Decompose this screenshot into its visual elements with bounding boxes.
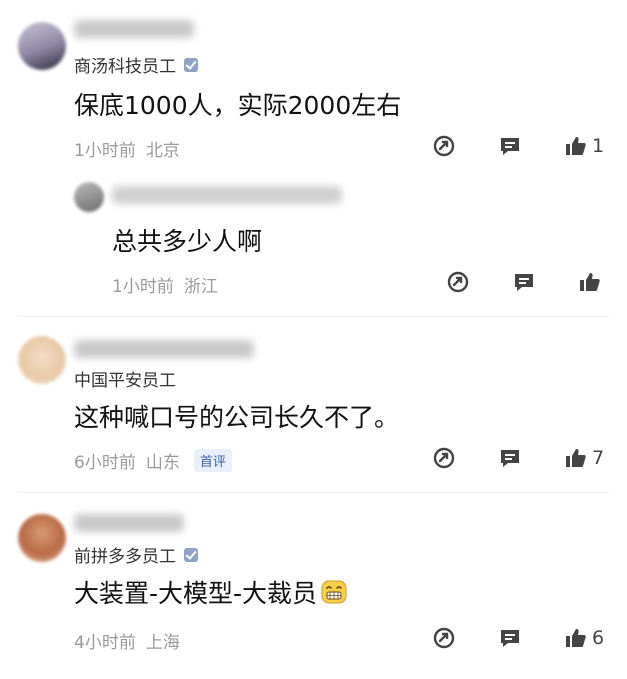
- like-count: 1: [592, 135, 605, 157]
- comment-text: 大装置-大模型-大裁员: [74, 574, 347, 610]
- comment-meta: 6小时前 山东 首评: [74, 448, 232, 473]
- comment-meta: 4小时前 上海: [74, 628, 180, 653]
- reply-username-blurred[interactable]: [112, 186, 342, 204]
- thumbs-up-icon: [580, 273, 600, 291]
- username-blurred[interactable]: [74, 340, 254, 358]
- comment-icon: [501, 450, 519, 467]
- comment-item: 前拼多多员工 大装置-大模型-大裁员 4小时前 上海 6: [0, 496, 627, 679]
- comment-item: 商汤科技员工 保底1000人，实际2000左右 1小时前 北京 1 总共多少人啊…: [0, 0, 627, 310]
- share-icon: [433, 135, 455, 157]
- reply-avatar[interactable]: [74, 182, 104, 212]
- share-icon: [433, 447, 455, 469]
- username-blurred[interactable]: [74, 514, 184, 532]
- avatar[interactable]: [18, 22, 66, 70]
- share-button[interactable]: [432, 446, 456, 470]
- reply-location: 浙江: [183, 277, 218, 297]
- reply-button[interactable]: [498, 446, 522, 470]
- reply-like-button[interactable]: [578, 270, 606, 294]
- share-icon: [433, 627, 455, 649]
- verified-icon: [184, 57, 198, 72]
- reply-button[interactable]: [498, 134, 522, 158]
- reply-share-button[interactable]: [446, 270, 470, 294]
- comment-icon: [501, 138, 519, 155]
- thumbs-up-icon: [566, 449, 586, 467]
- comment-time: 6小时前: [74, 453, 136, 473]
- user-tag-label: 中国平安员工: [74, 371, 176, 391]
- reply-text: 总共多少人啊: [112, 227, 263, 256]
- username-blurred[interactable]: [74, 20, 194, 38]
- thumbs-up-icon: [566, 137, 586, 155]
- comment-item: 中国平安员工 这种喊口号的公司长久不了。 6小时前 山东 首评 7: [0, 320, 627, 490]
- user-tag: 中国平安员工: [74, 366, 176, 391]
- first-comment-badge: 首评: [193, 449, 232, 472]
- comment-location: 山东: [145, 453, 180, 473]
- divider: [18, 316, 609, 317]
- user-tag-label: 前拼多多员工: [74, 547, 176, 567]
- comment-text: 保底1000人，实际2000左右: [74, 91, 402, 120]
- thumbs-up-icon: [566, 629, 586, 647]
- grinning-emoji-icon: [321, 580, 347, 604]
- comment-meta: 1小时前 北京: [74, 136, 180, 161]
- user-tag: 商汤科技员工: [74, 52, 198, 77]
- share-icon: [447, 271, 469, 293]
- comment-text-content: 大装置-大模型-大裁员: [74, 579, 318, 608]
- like-count: 7: [592, 447, 605, 469]
- share-button[interactable]: [432, 134, 456, 158]
- comment-time: 1小时前: [74, 141, 136, 161]
- user-tag: 前拼多多员工: [74, 542, 198, 567]
- comment-icon: [501, 630, 519, 647]
- comment-time: 4小时前: [74, 633, 136, 653]
- reply-reply-button[interactable]: [512, 270, 536, 294]
- comment-icon: [515, 274, 533, 291]
- reply-button[interactable]: [498, 626, 522, 650]
- like-count: 6: [592, 627, 605, 649]
- reply-time: 1小时前: [112, 277, 174, 297]
- avatar[interactable]: [18, 336, 66, 384]
- like-button[interactable]: 6: [564, 626, 604, 650]
- comment-location: 上海: [145, 633, 180, 653]
- like-button[interactable]: 7: [564, 446, 604, 470]
- comment-location: 北京: [145, 141, 180, 161]
- comment-text: 这种喊口号的公司长久不了。: [74, 403, 400, 432]
- divider: [18, 492, 609, 493]
- avatar[interactable]: [18, 514, 66, 562]
- verified-icon: [184, 547, 198, 562]
- share-button[interactable]: [432, 626, 456, 650]
- reply-meta: 1小时前 浙江: [112, 272, 218, 297]
- user-tag-label: 商汤科技员工: [74, 57, 176, 77]
- like-button[interactable]: 1: [564, 134, 604, 158]
